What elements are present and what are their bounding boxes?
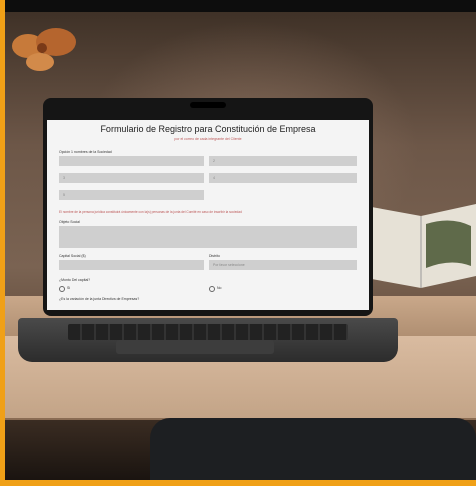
object-label: Objeto Social [59, 220, 80, 224]
capital-field[interactable] [59, 260, 204, 270]
person-torso [150, 418, 476, 480]
question2-label: ¿Es la variación de la junta Directiva d… [59, 297, 140, 301]
orange-frame-left [0, 0, 5, 486]
photo-scene: Formulario de Registro para Constitución… [0, 0, 476, 486]
name-field-5[interactable]: 5 [59, 190, 204, 200]
open-book [366, 204, 476, 288]
radio-no[interactable] [209, 286, 215, 292]
laptop-trackpad [116, 340, 274, 354]
name-field-1[interactable] [59, 156, 204, 166]
object-field[interactable] [59, 226, 357, 248]
flower-decoration [12, 28, 76, 71]
form-title: Formulario de Registro para Constitución… [100, 124, 316, 134]
name-field-3[interactable]: 3 [59, 173, 204, 183]
name-field-2[interactable]: 2 [209, 156, 357, 166]
district-label: Distrito [209, 254, 220, 258]
name-field-4[interactable]: 4 [209, 173, 357, 183]
orange-frame-bottom [0, 480, 476, 486]
question-label: ¿Monto Del capital? [59, 278, 91, 282]
laptop-keyboard [68, 324, 348, 340]
top-black-band [0, 0, 476, 12]
radio-yes-label: Si [67, 286, 71, 290]
laptop-screen: Formulario de Registro para Constitución… [47, 120, 369, 310]
radio-no-label: No [217, 286, 222, 290]
radio-yes[interactable] [59, 286, 65, 292]
laptop-camera [190, 102, 226, 108]
capital-label: Capital Social ($) [59, 254, 86, 258]
names-label: Opción 1 nombres de la Sociedad [59, 150, 112, 154]
district-select[interactable]: Por favor seleccione [209, 260, 357, 270]
form-note: El nombre de la persona jurídica constit… [59, 210, 242, 214]
form-subtitle: por el correo de cada integrante del Cli… [174, 137, 242, 141]
